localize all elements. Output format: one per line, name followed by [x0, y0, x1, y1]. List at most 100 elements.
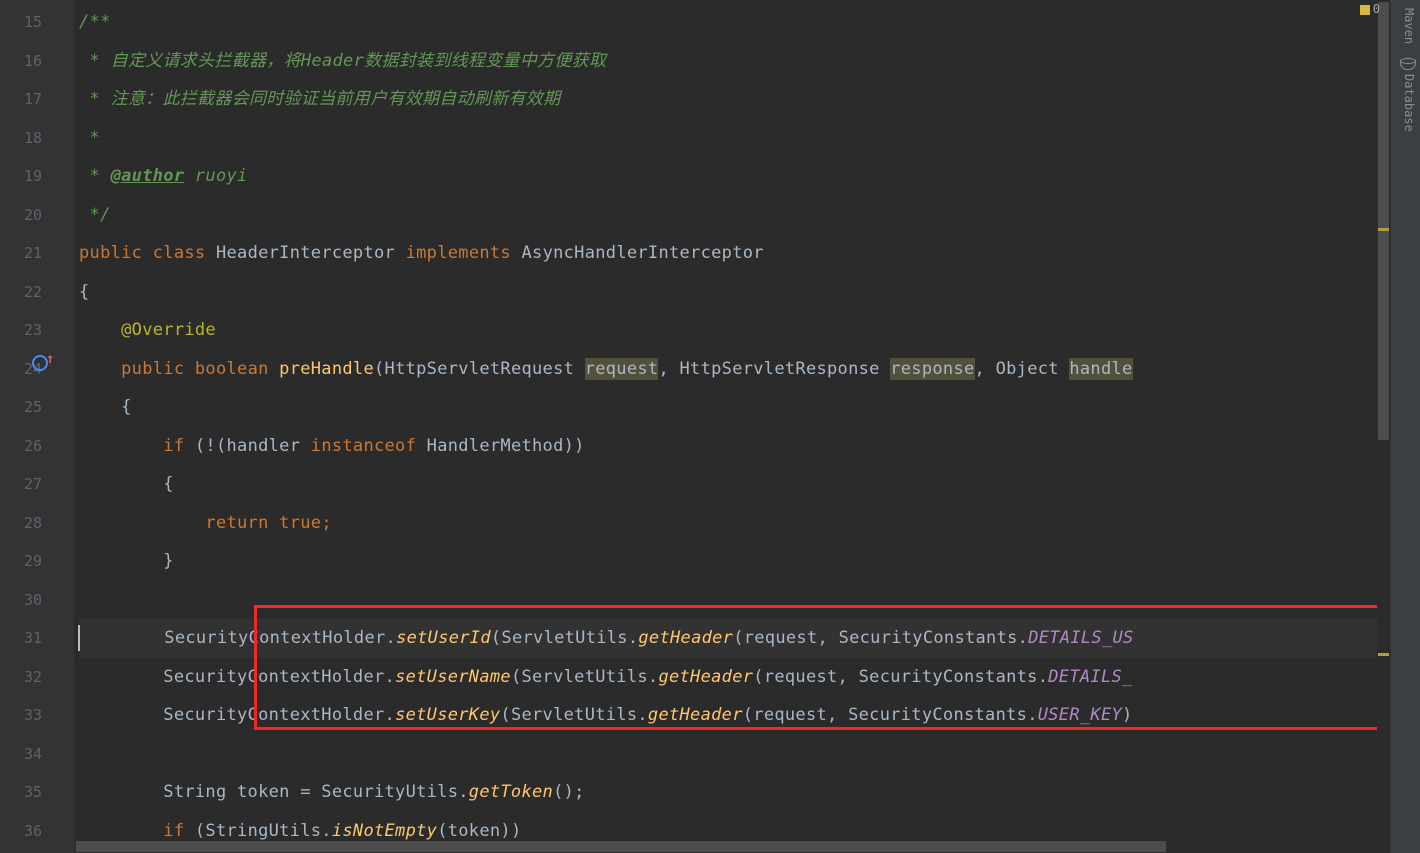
code-text: , Object: [975, 359, 1070, 379]
code-text: implements: [406, 243, 522, 263]
code-text: 注意：此拦截器会同时验证当前用户有效期自动刷新有效期: [111, 89, 561, 109]
warning-count: 0: [1373, 2, 1380, 16]
tab-label: Maven: [1402, 8, 1416, 44]
line-number[interactable]: 28: [0, 504, 42, 543]
vertical-scrollbar-thumb[interactable]: [1378, 2, 1389, 440]
line-number[interactable]: 36: [0, 812, 42, 851]
line-number[interactable]: 23: [0, 311, 42, 350]
line-number[interactable]: 27: [0, 465, 42, 504]
code-text: }: [163, 551, 174, 571]
code-text: DETAILS_US: [1028, 628, 1133, 648]
code-text: HeaderInterceptor: [216, 243, 406, 263]
code-text: ): [1122, 705, 1133, 725]
tab-label: Database: [1402, 74, 1416, 132]
warning-marker[interactable]: [1378, 228, 1389, 231]
code-text: SecurityContextHolder.: [163, 667, 395, 687]
code-text: 自定义请求头拦截器，将Header数据封装到线程变量中方便获取: [111, 51, 607, 71]
text-cursor: [78, 625, 80, 651]
code-text: (StringUtils.: [195, 821, 332, 841]
line-number[interactable]: 34: [0, 735, 42, 774]
code-text: ();: [553, 782, 585, 802]
code-text: @Override: [121, 320, 216, 340]
code-text: @author: [111, 166, 185, 186]
code-text: boolean: [195, 359, 279, 379]
line-number-gutter: 15 16 17 18 19 20 21 22 23 24 25 26 27 2…: [0, 0, 60, 853]
code-text: SecurityContextHolder.: [163, 705, 395, 725]
code-text: , HttpServletResponse: [658, 359, 890, 379]
code-text: getHeader: [658, 667, 753, 687]
code-text: setUserName: [395, 667, 511, 687]
code-text: (request, SecurityConstants.: [743, 705, 1038, 725]
warning-marker[interactable]: [1378, 653, 1389, 656]
line-number[interactable]: 29: [0, 542, 42, 581]
code-text: HandlerMethod)): [427, 436, 585, 456]
line-number[interactable]: 35: [0, 773, 42, 812]
code-text: DETAILS_: [1048, 667, 1132, 687]
code-text: (HttpServletRequest: [374, 359, 585, 379]
code-text: class: [153, 243, 216, 263]
code-text: (ServletUtils.: [500, 705, 648, 725]
database-tool-tab[interactable]: Database: [1402, 58, 1416, 132]
code-text: request: [585, 358, 659, 380]
line-number[interactable]: 22: [0, 273, 42, 312]
code-text: setUserKey: [395, 705, 500, 725]
code-text: (ServletUtils.: [491, 628, 639, 648]
code-text: ;: [321, 513, 332, 533]
code-text: public: [79, 243, 153, 263]
code-text: *: [79, 89, 111, 109]
line-number[interactable]: 19: [0, 157, 42, 196]
code-text: return: [205, 513, 279, 533]
code-text: true: [279, 513, 321, 533]
code-text: AsyncHandlerInterceptor: [522, 243, 764, 263]
line-number[interactable]: 18: [0, 119, 42, 158]
horizontal-scrollbar[interactable]: [74, 840, 1390, 853]
code-text: response: [890, 358, 974, 380]
warning-icon: [1360, 5, 1370, 15]
code-text: (ServletUtils.: [511, 667, 659, 687]
horizontal-scrollbar-thumb[interactable]: [76, 841, 1166, 852]
code-content[interactable]: /** * 自定义请求头拦截器，将Header数据封装到线程变量中方便获取 * …: [74, 0, 1390, 853]
code-text: (!(handler: [195, 436, 311, 456]
code-text: USER_KEY: [1038, 705, 1122, 725]
line-number[interactable]: 21: [0, 234, 42, 273]
code-text: preHandle: [279, 359, 374, 379]
tool-window-bar: Maven Database: [1390, 0, 1420, 853]
line-number[interactable]: 17: [0, 80, 42, 119]
code-text: getHeader: [648, 705, 743, 725]
code-text: *: [79, 128, 100, 148]
line-number[interactable]: 30: [0, 581, 42, 620]
inspection-indicator[interactable]: 0: [1360, 2, 1380, 16]
code-text: if: [163, 821, 195, 841]
code-text: {: [163, 474, 174, 494]
line-number[interactable]: 33: [0, 696, 42, 735]
vertical-scrollbar[interactable]: [1377, 0, 1390, 833]
maven-tool-tab[interactable]: Maven: [1402, 8, 1416, 44]
database-icon: [1402, 58, 1416, 70]
code-text: *: [79, 166, 111, 186]
code-text: {: [79, 282, 90, 302]
code-text: *: [79, 51, 111, 71]
code-text: getHeader: [638, 628, 733, 648]
code-text: handle: [1069, 358, 1132, 380]
code-text: /**: [79, 12, 111, 32]
line-number[interactable]: 25: [0, 388, 42, 427]
line-number[interactable]: 15: [0, 3, 42, 42]
code-text: (token)): [437, 821, 521, 841]
line-number[interactable]: 31: [0, 619, 42, 658]
fold-gutter: [60, 0, 74, 853]
code-text: public: [121, 359, 195, 379]
code-text: isNotEmpty: [332, 821, 437, 841]
code-text: (request, SecurityConstants.: [753, 667, 1048, 687]
line-number[interactable]: 26: [0, 427, 42, 466]
code-text: */: [79, 205, 111, 225]
code-text: SecurityContextHolder.: [164, 628, 396, 648]
line-number[interactable]: 32: [0, 658, 42, 697]
editor-container: 15 16 17 18 19 20 21 22 23 24 25 26 27 2…: [0, 0, 1390, 853]
line-number[interactable]: 20: [0, 196, 42, 235]
code-text: ruoyi: [184, 166, 247, 186]
code-text: (request, SecurityConstants.: [733, 628, 1028, 648]
override-method-icon[interactable]: [32, 353, 50, 371]
line-number[interactable]: 16: [0, 42, 42, 81]
code-text: String token = SecurityUtils.: [163, 782, 469, 802]
code-text: getToken: [469, 782, 553, 802]
